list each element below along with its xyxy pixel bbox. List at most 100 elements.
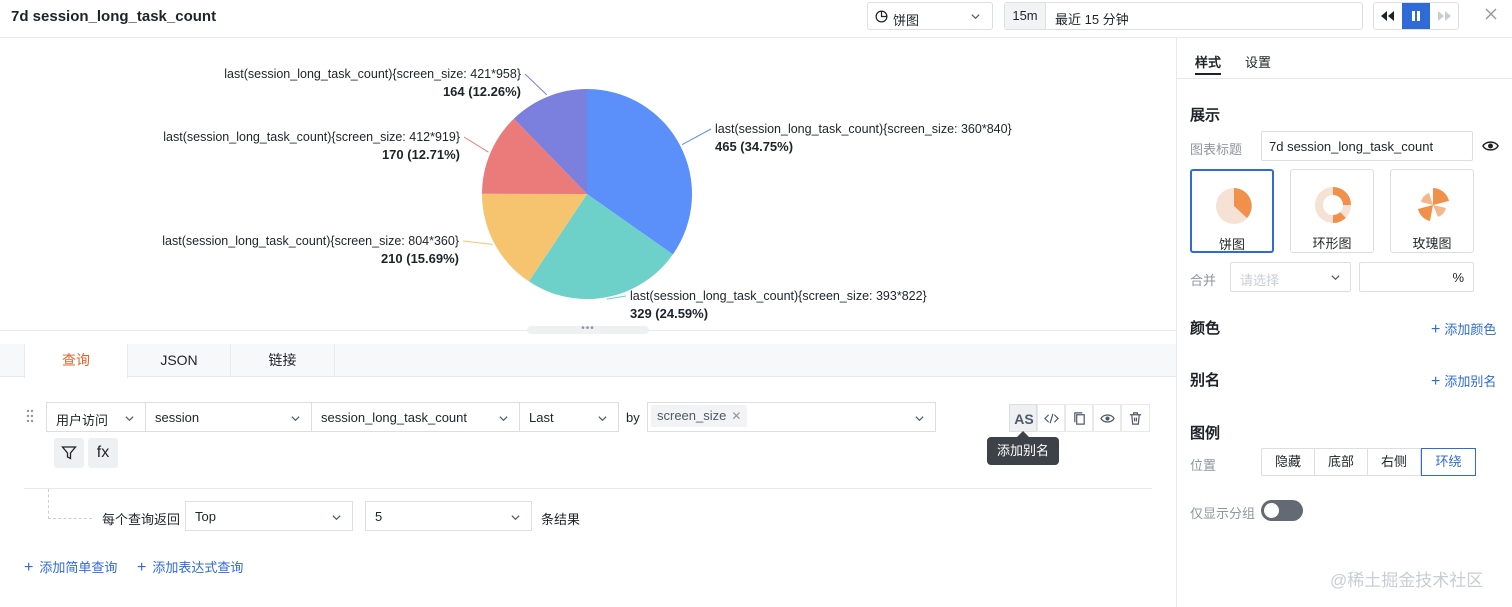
legend-right-option[interactable]: 右侧 — [1368, 449, 1421, 475]
pie-value-label: 170 (12.71%) — [382, 147, 460, 162]
add-simple-query-link[interactable]: + 添加简单查询 — [24, 557, 117, 577]
pie-leader-line — [524, 73, 548, 96]
pie-label: last(session_long_task_count){screen_siz… — [630, 289, 927, 303]
add-simple-query-label: 添加简单查询 — [39, 560, 118, 575]
copy-button[interactable] — [1065, 404, 1093, 432]
color-heading: 颜色 — [1190, 320, 1221, 337]
time-range-picker[interactable]: 15m 最近 15 分钟 — [1004, 2, 1363, 30]
legend-hide-option[interactable]: 隐藏 — [1262, 449, 1315, 475]
add-expression-query-label: 添加表达式查询 — [152, 560, 244, 575]
legend-around-option[interactable]: 环绕 — [1421, 448, 1476, 476]
merge-placeholder: 请选择 — [1240, 273, 1280, 288]
limit-type-value: Top — [195, 509, 216, 524]
by-label: by — [626, 410, 640, 425]
pie-chart-icon — [875, 10, 888, 23]
chevron-down-icon — [915, 416, 924, 422]
add-alias-button[interactable]: AS — [1009, 404, 1037, 432]
merge-percent-input[interactable]: % — [1359, 262, 1474, 292]
limit-value-select[interactable]: 5 — [365, 501, 532, 531]
rose-type-card[interactable]: 玫瑰图 — [1390, 169, 1474, 253]
add-alias-link[interactable]: + 添加别名 — [1431, 371, 1496, 391]
limit-value: 5 — [375, 509, 383, 524]
eye-icon[interactable] — [1482, 139, 1499, 153]
filter-button[interactable] — [54, 438, 84, 468]
group-tag: screen_size ✕ — [651, 405, 748, 427]
fast-forward-button[interactable] — [1430, 3, 1458, 29]
pie-leader-line — [462, 240, 493, 245]
delete-button[interactable] — [1121, 404, 1150, 432]
pie-type-card[interactable]: 饼图 — [1190, 169, 1274, 253]
percent-sign: % — [1452, 270, 1464, 285]
chevron-down-icon — [125, 416, 134, 422]
legend-bottom-option[interactable]: 底部 — [1315, 449, 1368, 475]
chart-title-input-value: 7d session_long_task_count — [1269, 139, 1434, 154]
source-select[interactable]: 用户访问 — [46, 402, 146, 432]
aggregation-select-value: Last — [529, 410, 554, 425]
limit-type-select[interactable]: Top — [185, 501, 353, 531]
tab-link[interactable]: 链接 — [231, 344, 335, 377]
donut-chart-icon — [1315, 187, 1351, 223]
add-color-button[interactable]: + 添加颜色 — [1431, 319, 1496, 339]
chart-title: 7d session_long_task_count — [11, 8, 217, 25]
alias-as-label: AS — [1014, 411, 1034, 427]
time-range-label: 最近 15 分钟 — [1055, 12, 1129, 27]
code-button[interactable] — [1037, 404, 1065, 432]
eye-icon — [1100, 414, 1115, 423]
legend-position-selector: 隐藏 底部 右侧 环绕 — [1261, 448, 1476, 476]
watermark: @稀土掘金技术社区 — [1330, 571, 1484, 590]
donut-type-label: 环形图 — [1312, 236, 1352, 251]
chevron-down-icon — [1331, 275, 1340, 281]
chart-type-select[interactable]: 饼图 — [867, 2, 993, 30]
pie-leader-line — [463, 136, 489, 153]
plus-icon: + — [1431, 321, 1441, 338]
each-return-label: 每个查询返回 — [102, 512, 181, 527]
chart-area: last(session_long_task_count){screen_siz… — [0, 39, 1176, 331]
metric-select[interactable]: session_long_task_count — [311, 402, 520, 432]
pie-label: last(session_long_task_count){screen_siz… — [715, 122, 1012, 136]
tab-style[interactable]: 样式 — [1195, 52, 1221, 71]
pause-button[interactable] — [1402, 3, 1430, 29]
playback-controls — [1373, 2, 1459, 30]
category-select[interactable]: session — [145, 402, 312, 432]
tab-json[interactable]: JSON — [128, 344, 231, 377]
pie-label: last(session_long_task_count){screen_siz… — [224, 67, 521, 81]
chevron-down-icon — [598, 416, 607, 422]
toggle-knob — [1264, 503, 1279, 518]
settings-panel: 样式 设置 展示 图表标题 7d session_long_task_count… — [1176, 38, 1512, 607]
chart-title-input[interactable]: 7d session_long_task_count — [1261, 131, 1473, 161]
chart-type-label: 饼图 — [893, 13, 920, 28]
tab-settings[interactable]: 设置 — [1245, 52, 1271, 71]
rewind-icon — [1381, 11, 1394, 21]
copy-icon — [1074, 412, 1085, 425]
tree-connector — [48, 489, 49, 519]
group-only-toggle[interactable] — [1261, 500, 1303, 521]
drag-handle-icon[interactable] — [25, 408, 35, 424]
divider — [1177, 78, 1512, 79]
close-icon[interactable] — [1484, 7, 1498, 21]
merge-select[interactable]: 请选择 — [1230, 262, 1351, 292]
chevron-down-icon — [291, 416, 300, 422]
rewind-button[interactable] — [1374, 3, 1402, 29]
header-bar: 7d session_long_task_count 饼图 15m 最近 15 … — [0, 0, 1512, 38]
pause-icon — [1412, 11, 1420, 21]
add-expression-query-link[interactable]: + 添加表达式查询 — [137, 557, 243, 577]
position-label: 位置 — [1190, 458, 1217, 473]
group-tag-label: screen_size — [657, 408, 727, 423]
query-tabs: 查询 JSON 链接 — [0, 344, 1176, 378]
legend-heading: 图例 — [1190, 425, 1221, 442]
pie-chart-icon — [1216, 188, 1252, 224]
tag-remove-icon[interactable]: ✕ — [731, 409, 741, 423]
resize-handle[interactable]: ••• — [527, 324, 649, 334]
aggregation-select[interactable]: Last — [519, 402, 619, 432]
source-select-value: 用户访问 — [56, 413, 109, 428]
tab-query[interactable]: 查询 — [24, 344, 128, 378]
pie-type-label: 饼图 — [1218, 237, 1245, 252]
pie-value-label: 164 (12.26%) — [443, 84, 521, 99]
chevron-down-icon — [511, 515, 520, 521]
plus-icon: + — [1431, 373, 1441, 390]
donut-type-card[interactable]: 环形图 — [1290, 169, 1374, 253]
add-color-label: 添加颜色 — [1444, 322, 1497, 337]
function-button[interactable]: fx — [88, 438, 118, 468]
quick-range-button[interactable]: 15m — [1005, 3, 1046, 29]
preview-button[interactable] — [1093, 404, 1121, 432]
